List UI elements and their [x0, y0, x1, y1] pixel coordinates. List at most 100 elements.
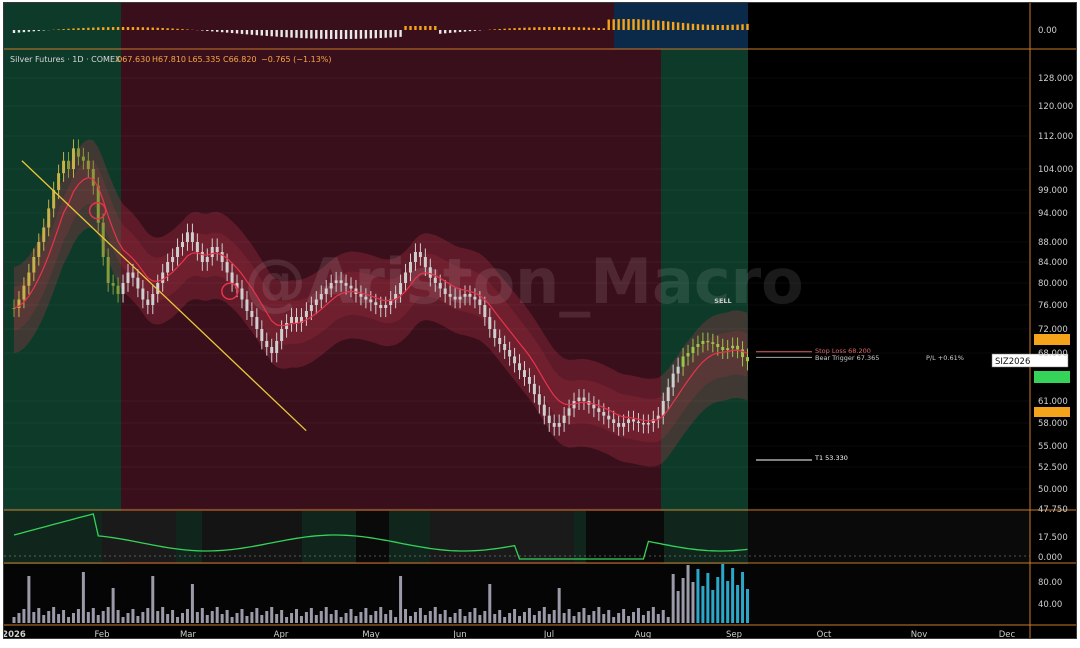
- volume-bar: [349, 609, 353, 623]
- top-osc-bar: [57, 29, 60, 30]
- top-osc-bar: [622, 19, 625, 30]
- candle-body: [527, 377, 531, 384]
- top-osc-bar: [667, 21, 670, 30]
- candle-body: [537, 394, 541, 405]
- top-osc-bar: [642, 19, 645, 30]
- top-osc-bar: [131, 27, 135, 30]
- top-osc-bar: [726, 24, 729, 30]
- candle-body: [726, 348, 730, 350]
- date-tick-label: Jul: [543, 630, 554, 639]
- candle-body: [240, 288, 244, 300]
- top-osc-bar: [562, 27, 566, 30]
- top-osc-bar: [344, 30, 348, 39]
- top-osc-bar: [42, 30, 45, 31]
- volume-bar: [483, 611, 487, 623]
- candle-body: [294, 317, 298, 323]
- top-osc-bar: [181, 29, 184, 30]
- candle-body: [676, 366, 680, 374]
- price-tick-label: 68.000: [1038, 349, 1068, 359]
- volume-bar: [498, 610, 502, 623]
- top-osc-bar: [285, 30, 288, 38]
- candle-body: [314, 299, 318, 305]
- top-osc-bar: [696, 24, 700, 30]
- candle-body: [101, 222, 105, 257]
- volume-bar: [359, 612, 363, 623]
- candle-body: [498, 338, 502, 344]
- volume-bar: [746, 589, 749, 623]
- symbol-tag: SIZ2026: [995, 357, 1030, 367]
- top-osc-bar: [493, 29, 496, 30]
- volume-bar: [339, 617, 343, 623]
- candle-body: [47, 208, 51, 228]
- candle-body: [418, 252, 422, 257]
- volume-bar: [413, 612, 417, 623]
- candle-body: [716, 344, 720, 347]
- volume-bar: [86, 612, 90, 623]
- candle-body: [547, 415, 551, 423]
- volume-bar: [612, 617, 616, 623]
- volume-bar: [547, 614, 551, 623]
- top-osc-bar: [721, 24, 724, 30]
- candle-body: [270, 347, 274, 353]
- volume-bar: [265, 611, 269, 623]
- volume-bar: [646, 611, 650, 623]
- sell-label: SELL: [714, 297, 731, 305]
- volume-bar: [171, 610, 175, 623]
- candle-body: [404, 272, 408, 283]
- top-osc-bar: [513, 28, 516, 30]
- volume-bar: [423, 615, 427, 623]
- top-osc-bar: [686, 23, 690, 30]
- candle-body: [542, 404, 546, 416]
- top-osc-bar: [706, 24, 710, 30]
- top-osc-bar: [37, 30, 40, 31]
- candle-body: [508, 350, 512, 357]
- date-tick-label: Apr: [274, 630, 289, 639]
- top-osc-bar: [280, 30, 283, 37]
- top-osc-bar: [235, 30, 239, 34]
- top-osc-bar: [72, 28, 75, 30]
- top-osc-bar: [389, 30, 392, 38]
- candle-body: [81, 156, 85, 161]
- candle-body: [334, 280, 338, 283]
- volume-bar: [176, 617, 180, 623]
- candle-body: [200, 252, 204, 262]
- volume-bar: [299, 616, 303, 623]
- volume-bar: [131, 609, 135, 623]
- top-osc-bar: [354, 30, 358, 39]
- candle-body: [205, 257, 209, 262]
- chart-frame: @Ariston_Macro Silver Futures · 1D · COM…: [3, 2, 1077, 639]
- panel-tick-label: 80.00: [1038, 578, 1062, 588]
- top-osc-bar: [290, 30, 293, 38]
- top-osc-bar: [657, 20, 660, 30]
- candle-body: [220, 252, 224, 262]
- volume-bar: [567, 609, 571, 623]
- candle-body: [255, 317, 259, 329]
- mid-zone-5: [664, 511, 748, 563]
- top-osc-bar: [671, 21, 675, 30]
- top-osc-bar: [339, 30, 343, 39]
- candle-body: [126, 272, 130, 283]
- top-osc-bar: [97, 27, 100, 30]
- top-osc-bar: [186, 29, 189, 30]
- top-osc-bar: [215, 30, 219, 32]
- top-osc-bar: [439, 30, 442, 34]
- candle-body: [32, 257, 36, 273]
- panel-tick-label: 0.00: [1038, 26, 1057, 36]
- volume-bar: [220, 614, 224, 623]
- volume-bar: [195, 612, 199, 623]
- volume-bar: [319, 611, 323, 623]
- top-osc-bar: [22, 30, 26, 33]
- top-osc-bar: [647, 19, 650, 30]
- top-osc-bar: [548, 27, 551, 30]
- top-osc-bar: [295, 30, 298, 38]
- candle-body: [280, 329, 284, 341]
- candle-body: [176, 247, 180, 257]
- volume-bar: [508, 613, 512, 623]
- candle-body: [567, 408, 571, 416]
- target-label: T1 53.330: [814, 454, 848, 462]
- volume-bar: [81, 572, 85, 623]
- top-osc-bar: [111, 27, 115, 30]
- top-osc-bar: [662, 20, 665, 30]
- candle-body: [37, 242, 41, 257]
- pl-label: P/L +0.61%: [926, 354, 964, 362]
